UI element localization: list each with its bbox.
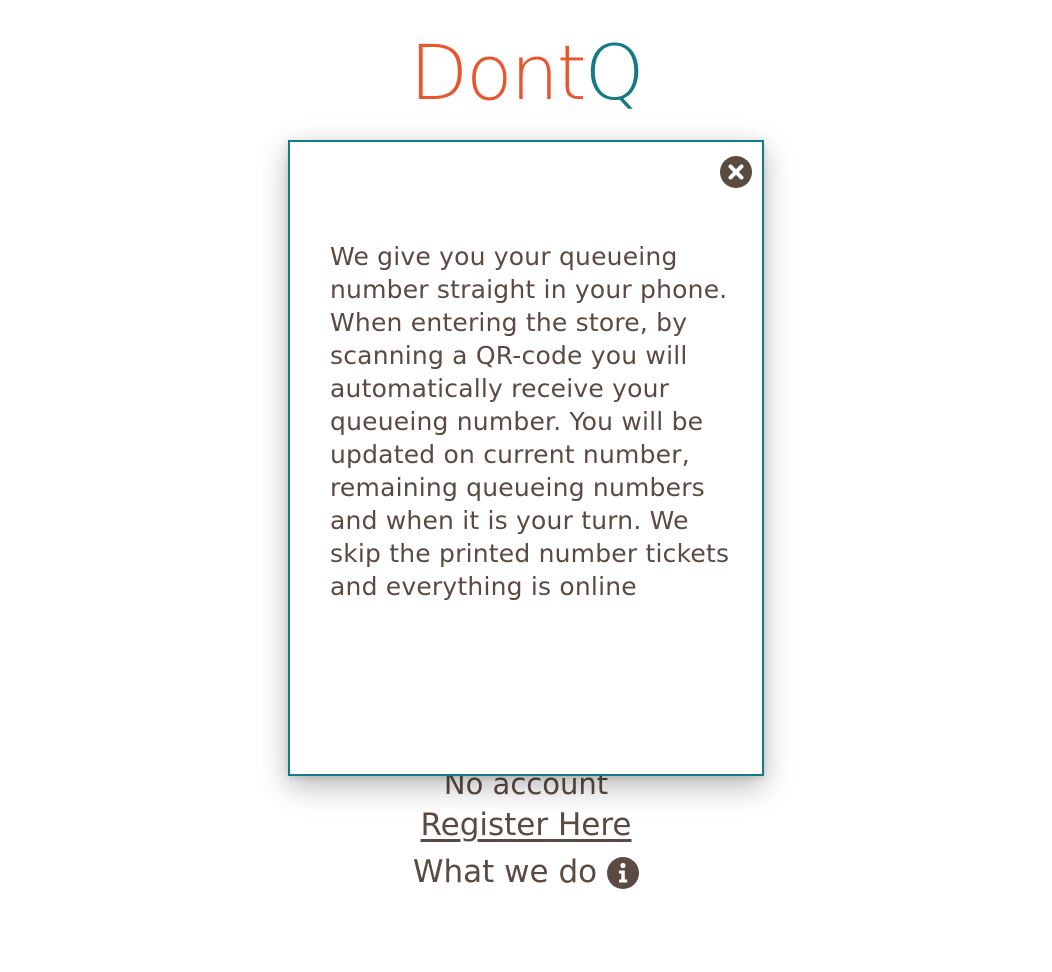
bottom-links: No account Register Here What we do	[0, 763, 1052, 895]
close-icon[interactable]	[720, 156, 752, 188]
register-link[interactable]: Register Here	[420, 805, 631, 845]
what-we-do-button[interactable]: What we do	[412, 849, 640, 895]
page: DontQ No account Register Here What we d…	[0, 0, 1052, 972]
what-we-do-label: What we do	[412, 854, 598, 890]
modal-description: We give you your queueing number straigh…	[330, 242, 730, 601]
dontq-logo: DontQ	[0, 28, 1052, 118]
logo-text-q: Q	[584, 28, 645, 117]
info-modal: We give you your queueing number straigh…	[288, 140, 764, 776]
logo-text-dont: Dont	[409, 28, 587, 117]
info-icon[interactable]	[607, 856, 640, 889]
